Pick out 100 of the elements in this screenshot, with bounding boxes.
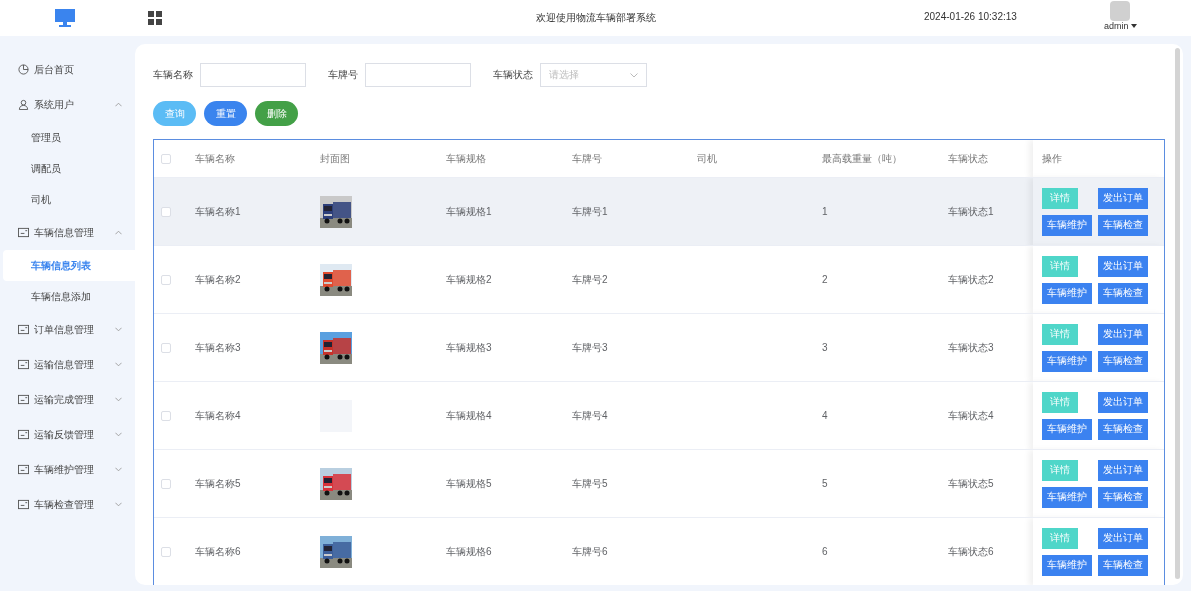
action-button[interactable]: 车辆维护 [1042,486,1092,508]
menu-item[interactable]: 后台首页 [0,52,135,87]
action-button[interactable]: 车辆检查 [1098,486,1148,508]
table-cell: 车辆规格1 [446,205,492,217]
search-button[interactable]: 查询 [153,101,196,126]
table-cell: 车辆名称3 [195,341,241,353]
table-cell: 车辆名称4 [195,409,241,421]
avatar-icon[interactable] [1110,1,1131,21]
menu-item[interactable]: 运输信息管理 [0,347,135,382]
column-header: 车辆状态 [948,152,988,164]
chevron-icon [115,102,122,107]
action-button[interactable]: 发出订单 [1098,255,1148,277]
card-icon [18,429,29,440]
delete-button[interactable]: 删除 [255,101,298,126]
table-row[interactable]: 车辆名称1 车辆规格1 车牌号1 1 车辆状态1 详情 发出订单 车辆维护 车辆检查 [154,177,1164,246]
table-cell: 车辆名称5 [195,477,241,489]
table-row[interactable]: 车辆名称4 车辆规格4 车牌号4 4 车辆状态4 详情 发出订单 车辆维护 车辆检查 [154,381,1164,450]
datetime: 2024-01-26 10:32:13 [924,11,1017,22]
submenu-item[interactable]: 车辆信息添加 [3,281,135,312]
table-cell: 车辆名称2 [195,273,241,285]
column-header: 最高载重量（吨） [822,152,902,164]
table-cell: 1 [822,206,828,217]
table-cell: 2 [822,274,828,285]
checkbox[interactable] [161,274,171,285]
user-icon [18,99,29,110]
table-cell: 车辆名称6 [195,545,241,557]
chevron-icon [115,397,122,402]
filter-label: 车牌号 [328,68,358,82]
table-cell: 车牌号6 [572,545,608,557]
scrollbar[interactable] [1175,48,1180,579]
action-button[interactable]: 车辆维护 [1042,282,1092,304]
table-cell: 车辆规格2 [446,273,492,285]
grid-icon[interactable] [148,11,162,25]
submenu-item[interactable]: 司机 [3,184,135,215]
table-cell: 车辆状态3 [948,341,994,353]
table-cell: 车牌号5 [572,477,608,489]
submenu-item[interactable]: 车辆信息列表 [3,250,135,281]
submenu-item[interactable]: 调配员 [3,153,135,184]
menu-item[interactable]: 订单信息管理 [0,312,135,347]
action-button[interactable]: 发出订单 [1098,391,1148,413]
checkbox[interactable] [161,153,171,164]
action-button[interactable]: 车辆维护 [1042,214,1092,236]
action-button[interactable]: 车辆检查 [1098,418,1148,440]
action-button[interactable]: 车辆检查 [1098,282,1148,304]
menu-item[interactable]: 车辆信息管理 [0,215,135,250]
action-button[interactable]: 车辆检查 [1098,214,1148,236]
table-cell: 车辆规格5 [446,477,492,489]
monitor-icon [55,9,75,27]
checkbox[interactable] [161,410,171,421]
table-cell: 4 [822,410,828,421]
menu-item[interactable]: 运输完成管理 [0,382,135,417]
column-header: 司机 [697,152,717,164]
chevron-icon [630,72,638,78]
table-row[interactable]: 车辆名称3 车辆规格3 车牌号3 3 车辆状态3 详情 发出订单 车辆维护 车辆检查 [154,313,1164,382]
table-row[interactable]: 车辆名称2 车辆规格2 车牌号2 2 车辆状态2 详情 发出订单 车辆维护 车辆检查 [154,245,1164,314]
status-select[interactable]: 请选择 [540,63,647,87]
pie-chart-icon [18,64,29,75]
chevron-icon [115,432,122,437]
action-button[interactable]: 发出订单 [1098,323,1148,345]
table-cell: 车辆状态6 [948,545,994,557]
table-cell: 6 [822,546,828,557]
checkbox[interactable] [161,206,171,217]
chevron-icon [115,327,122,332]
column-header: 封面图 [320,152,350,164]
table-cell: 车辆规格4 [446,409,492,421]
input-field[interactable] [365,63,471,87]
filter-label: 车辆状态 [493,68,533,82]
user-menu[interactable]: admin [1104,21,1137,31]
checkbox[interactable] [161,546,171,557]
action-button[interactable]: 车辆维护 [1042,418,1092,440]
menu-item[interactable]: 车辆检查管理 [0,487,135,522]
menu-item[interactable]: 系统用户 [0,87,135,122]
submenu-item[interactable]: 管理员 [3,122,135,153]
action-button[interactable]: 车辆维护 [1042,350,1092,372]
filter-label: 车辆名称 [153,68,193,82]
reset-button[interactable]: 重置 [204,101,247,126]
menu-item[interactable]: 车辆维护管理 [0,452,135,487]
table-cell: 车牌号1 [572,205,608,217]
column-header: 车辆名称 [195,152,235,164]
action-button[interactable]: 发出订单 [1098,459,1148,481]
checkbox[interactable] [161,478,171,489]
card-icon [18,359,29,370]
table-row[interactable]: 车辆名称6 车辆规格6 车牌号6 6 车辆状态6 详情 发出订单 车辆维护 车辆检查 [154,517,1164,585]
column-header: 车辆规格 [446,152,486,164]
input-field[interactable] [200,63,306,87]
table-cell: 车辆状态5 [948,477,994,489]
action-button[interactable]: 车辆检查 [1098,350,1148,372]
action-button[interactable]: 发出订单 [1098,527,1148,549]
menu-item[interactable]: 运输反馈管理 [0,417,135,452]
checkbox[interactable] [161,342,171,353]
action-button[interactable]: 车辆维护 [1042,554,1092,576]
table-cell: 车辆状态4 [948,409,994,421]
table-row[interactable]: 车辆名称5 车辆规格5 车牌号5 5 车辆状态5 详情 发出订单 车辆维护 车辆检查 [154,449,1164,518]
table-cell: 车辆规格3 [446,341,492,353]
action-button[interactable]: 车辆检查 [1098,554,1148,576]
action-button[interactable]: 发出订单 [1098,187,1148,209]
card-icon [18,394,29,405]
chevron-icon [115,230,122,235]
app-title: 欢迎使用物流车辆部署系统 [535,11,656,25]
card-icon [18,499,29,510]
